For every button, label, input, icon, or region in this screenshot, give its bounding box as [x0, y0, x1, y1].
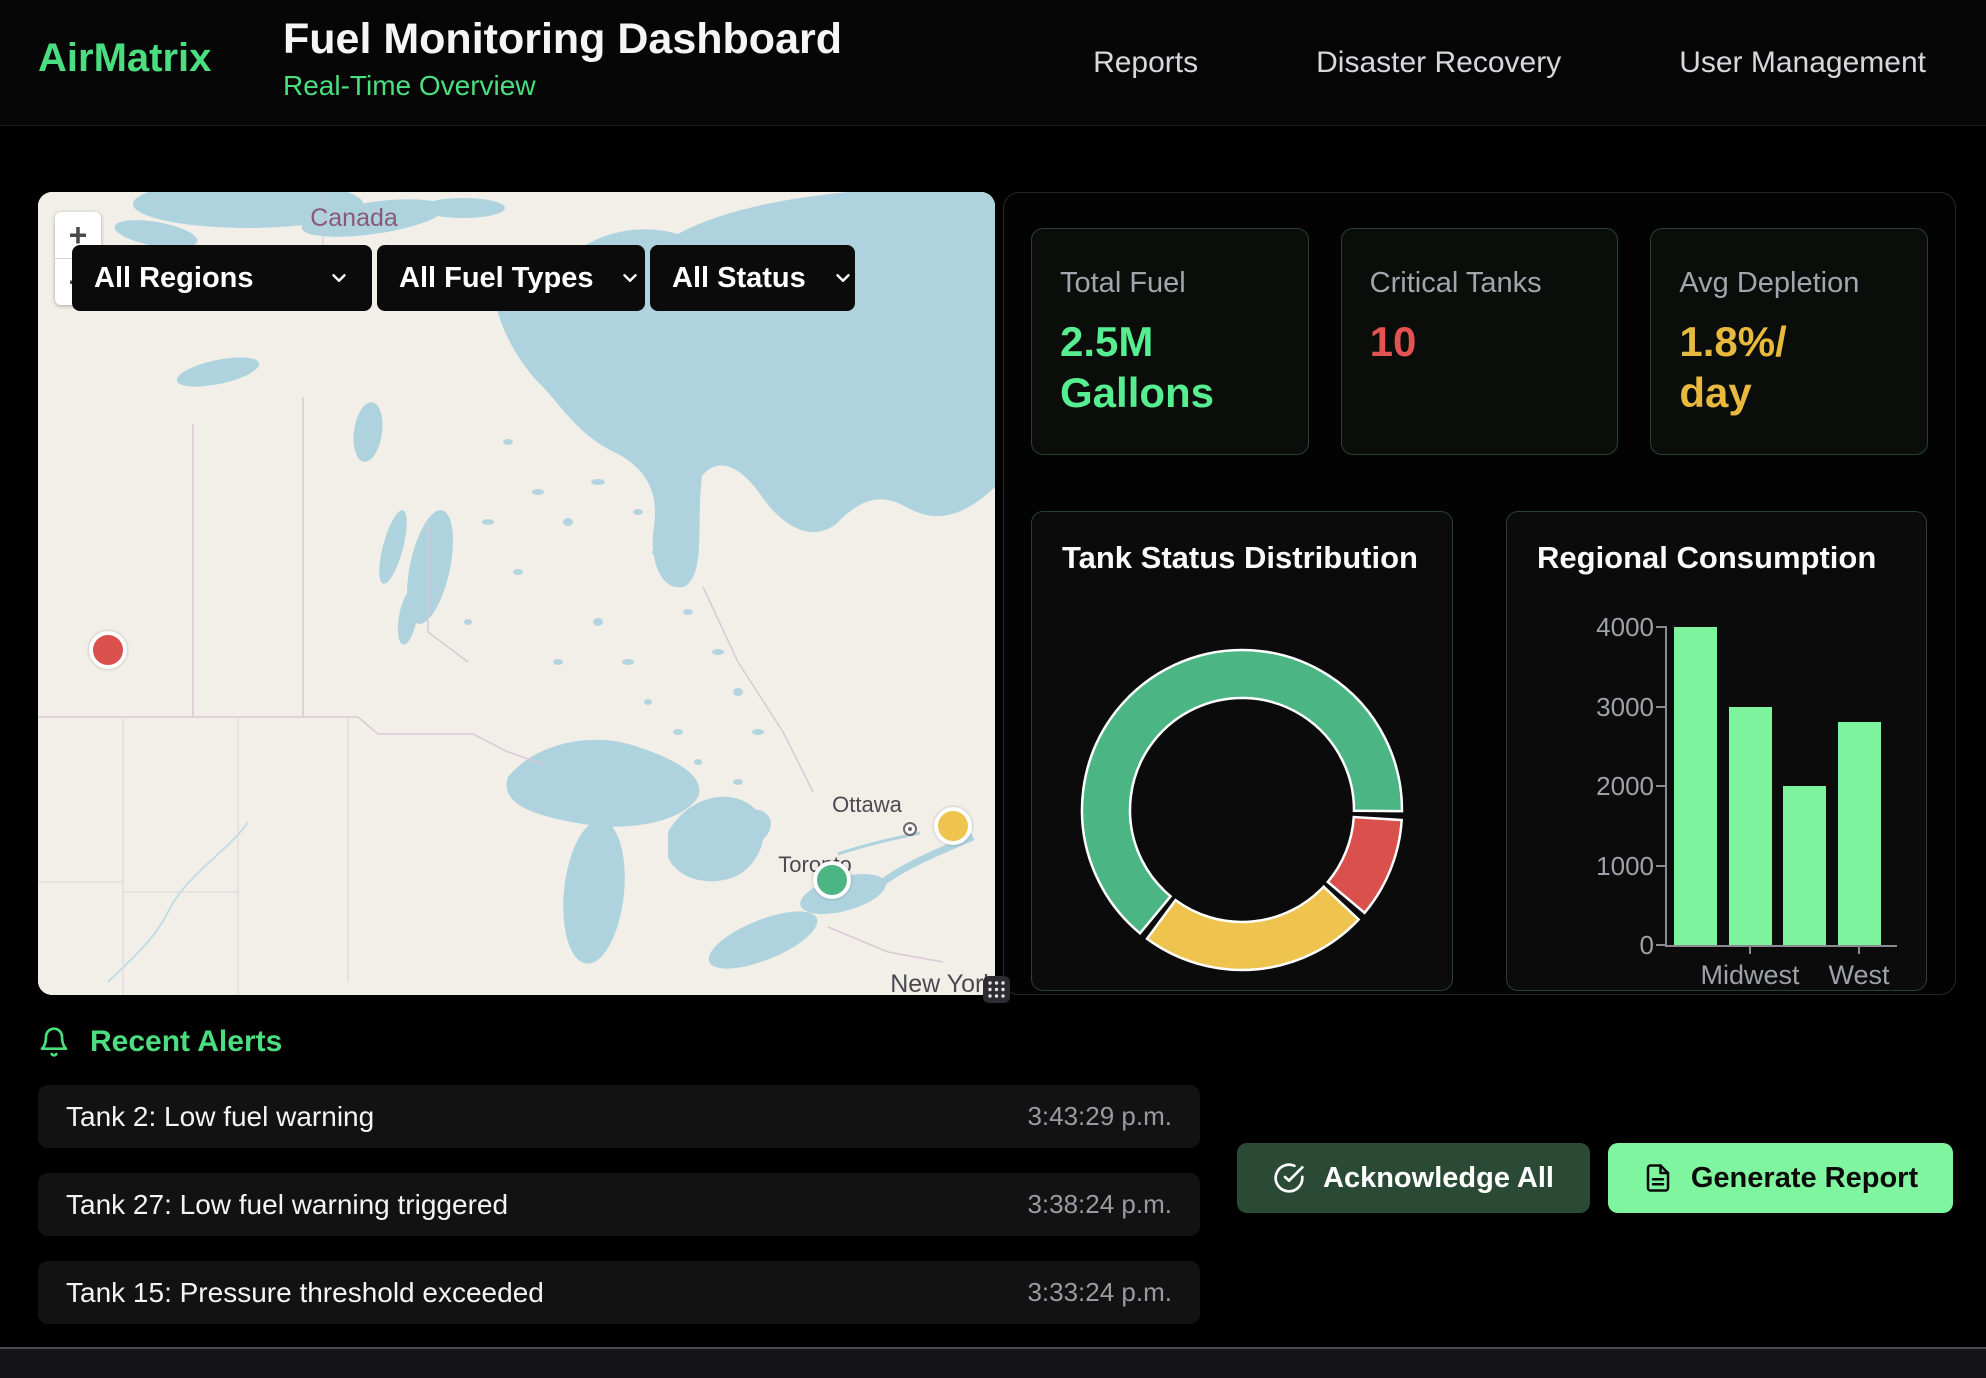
- generate-report-label: Generate Report: [1691, 1162, 1918, 1195]
- stat-label: Critical Tanks: [1370, 267, 1590, 300]
- app-logo: AirMatrix: [38, 36, 211, 81]
- donut-segment-critical: [1328, 817, 1402, 913]
- bar-region-1: [1674, 627, 1717, 945]
- y-axis-line: [1665, 626, 1667, 947]
- stat-card-critical-tanks: Critical Tanks 10: [1341, 228, 1619, 455]
- stat-value-total-fuel: 2.5M Gallons: [1060, 316, 1280, 418]
- fuel-type-filter-dropdown[interactable]: All Fuel Types: [377, 245, 645, 311]
- map-label-ottawa: Ottawa: [832, 792, 902, 817]
- y-tick-label: 1000: [1564, 851, 1654, 882]
- alerts-title: Recent Alerts: [90, 1025, 282, 1059]
- alert-timestamp: 3:33:24 p.m.: [1027, 1277, 1172, 1308]
- alerts-header: Recent Alerts: [38, 1022, 282, 1062]
- region-filter-value: All Regions: [94, 262, 254, 295]
- bar-region-3: [1783, 786, 1826, 945]
- regional-consumption-card: Regional Consumption 01000200030004000Mi…: [1506, 511, 1927, 991]
- stat-value-avg-depletion: 1.8%/ day: [1679, 316, 1899, 418]
- bottom-strip: [0, 1347, 1986, 1378]
- stat-card-avg-depletion: Avg Depletion 1.8%/ day: [1650, 228, 1928, 455]
- y-tick-mark: [1656, 626, 1665, 628]
- status-filter-value: All Status: [672, 262, 806, 295]
- x-tick-label: West: [1789, 960, 1929, 991]
- alert-row[interactable]: Tank 2: Low fuel warning 3:43:29 p.m.: [38, 1085, 1200, 1148]
- grip-dots-icon: [987, 980, 1006, 999]
- alert-timestamp: 3:43:29 p.m.: [1027, 1101, 1172, 1132]
- tank-marker-normal[interactable]: [813, 861, 851, 899]
- chevron-down-icon: [328, 267, 350, 289]
- tank-marker-critical[interactable]: [89, 631, 127, 669]
- x-axis-line: [1665, 945, 1897, 947]
- metrics-panel: Total Fuel 2.5M Gallons Critical Tanks 1…: [1003, 192, 1956, 995]
- map-resize-handle[interactable]: [983, 976, 1010, 1003]
- y-tick-mark: [1656, 944, 1665, 946]
- donut-segment-warning: [1147, 887, 1359, 970]
- bell-icon: [38, 1026, 70, 1058]
- y-tick-mark: [1656, 865, 1665, 867]
- alert-text: Tank 15: Pressure threshold exceeded: [66, 1277, 544, 1309]
- page-subtitle: Real-Time Overview: [283, 70, 842, 102]
- tank-status-card: Tank Status Distribution: [1031, 511, 1453, 991]
- map[interactable]: Canada Ottawa Toronto New York + − All R…: [38, 192, 995, 995]
- alert-row[interactable]: Tank 15: Pressure threshold exceeded 3:3…: [38, 1261, 1200, 1324]
- y-tick-label: 3000: [1564, 692, 1654, 723]
- fuel-type-filter-value: All Fuel Types: [399, 262, 593, 295]
- stat-label: Avg Depletion: [1679, 267, 1899, 300]
- check-circle-icon: [1273, 1162, 1305, 1194]
- x-tick-mark: [1858, 947, 1860, 954]
- acknowledge-all-button[interactable]: Acknowledge All: [1237, 1143, 1590, 1213]
- page-title: Fuel Monitoring Dashboard: [283, 14, 842, 66]
- stat-value-critical-tanks: 10: [1370, 316, 1590, 367]
- alert-text: Tank 27: Low fuel warning triggered: [66, 1189, 508, 1221]
- y-tick-label: 0: [1564, 930, 1654, 961]
- map-label-country: Canada: [310, 204, 398, 232]
- alert-timestamp: 3:38:24 p.m.: [1027, 1189, 1172, 1220]
- document-icon: [1643, 1163, 1673, 1193]
- title-block: Fuel Monitoring Dashboard Real-Time Over…: [283, 14, 842, 102]
- stat-cards-row: Total Fuel 2.5M Gallons Critical Tanks 1…: [1031, 228, 1928, 455]
- y-tick-mark: [1656, 706, 1665, 708]
- y-tick-label: 2000: [1564, 771, 1654, 802]
- stat-card-total-fuel: Total Fuel 2.5M Gallons: [1031, 228, 1309, 455]
- map-filters: All Regions All Fuel Types All Status: [72, 245, 855, 311]
- generate-report-button[interactable]: Generate Report: [1608, 1143, 1953, 1213]
- x-tick-mark: [1749, 947, 1751, 954]
- bar-plot-area: 01000200030004000MidwestWest: [1507, 512, 1926, 990]
- alert-text: Tank 2: Low fuel warning: [66, 1101, 374, 1133]
- stat-label: Total Fuel: [1060, 267, 1280, 300]
- y-tick-label: 4000: [1564, 612, 1654, 643]
- chevron-down-icon: [832, 267, 854, 289]
- status-filter-dropdown[interactable]: All Status: [650, 245, 855, 311]
- map-label-new-york: New York: [890, 970, 995, 995]
- tank-marker-warning[interactable]: [934, 807, 972, 845]
- bar-midwest: [1729, 707, 1772, 946]
- bar-west: [1838, 722, 1881, 945]
- alert-row[interactable]: Tank 27: Low fuel warning triggered 3:38…: [38, 1173, 1200, 1236]
- nav-item-user-management[interactable]: User Management: [1679, 46, 1926, 80]
- acknowledge-all-label: Acknowledge All: [1323, 1162, 1554, 1195]
- nav-item-reports[interactable]: Reports: [1093, 46, 1198, 80]
- donut-chart: [1032, 512, 1454, 992]
- region-filter-dropdown[interactable]: All Regions: [72, 245, 372, 311]
- y-tick-mark: [1656, 785, 1665, 787]
- main-nav: Reports Disaster Recovery User Managemen…: [1093, 0, 1926, 125]
- map-canvas: Canada Ottawa Toronto New York: [38, 192, 995, 995]
- nav-item-disaster-recovery[interactable]: Disaster Recovery: [1316, 46, 1561, 80]
- chevron-down-icon: [619, 267, 641, 289]
- app-header: AirMatrix Fuel Monitoring Dashboard Real…: [0, 0, 1986, 126]
